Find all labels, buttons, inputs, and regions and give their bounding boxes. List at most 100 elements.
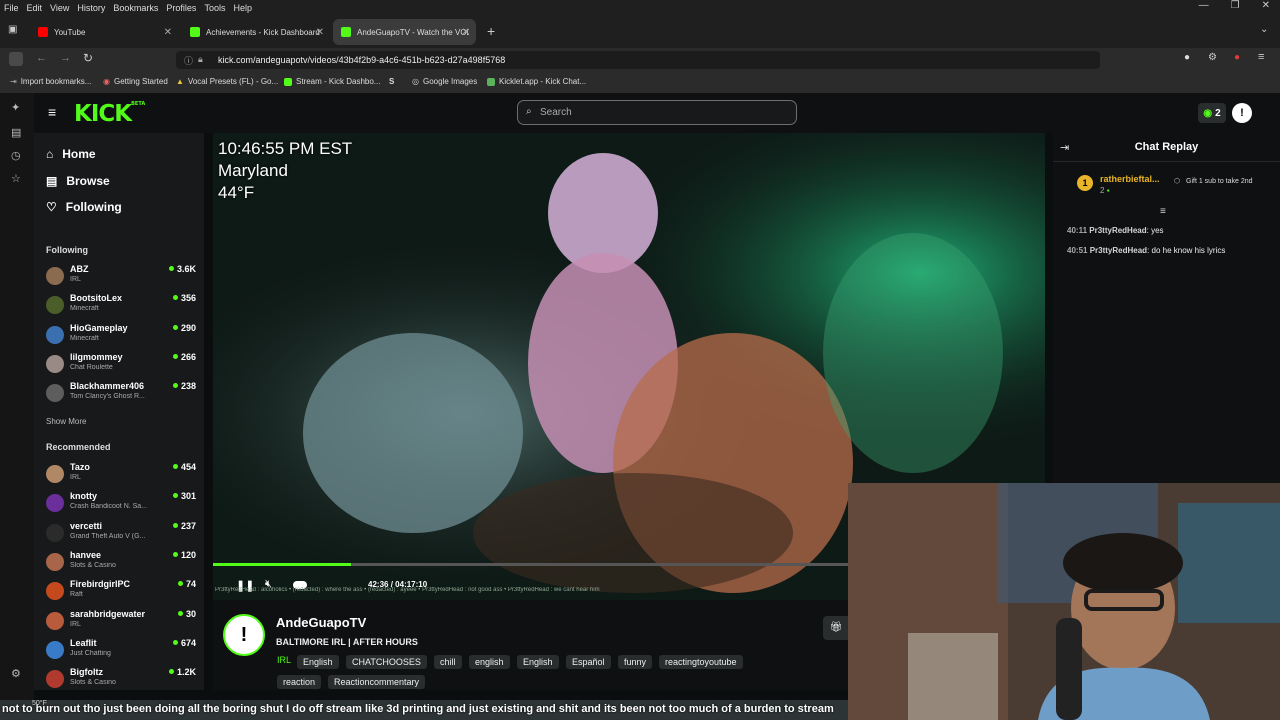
stream-tag[interactable]: English <box>297 655 339 669</box>
bookmark-stream-dashboard[interactable]: Stream - Kick Dashbo... <box>284 77 380 86</box>
channel-category: IRL <box>70 620 81 628</box>
menu-view[interactable]: View <box>50 3 69 13</box>
sidebar-item-following[interactable]: ♡ Following <box>46 200 122 214</box>
message-user[interactable]: Pr3ttyRedHead <box>1089 226 1146 235</box>
stream-tag[interactable]: English <box>517 655 559 669</box>
bookmark-import[interactable]: ⇥ Import bookmarks... <box>10 77 91 86</box>
channel-category: Slots & Casino <box>70 679 116 687</box>
stream-tag[interactable]: Español <box>566 655 611 669</box>
avatar[interactable]: ! <box>1232 103 1252 123</box>
close-tab-icon[interactable]: ✕ <box>316 27 324 38</box>
bookmark-label: Stream - Kick Dashbo... <box>296 77 381 86</box>
channel-row[interactable]: hanvee Slots & Casino 120 <box>46 550 196 579</box>
channel-avatar[interactable]: ! <box>223 614 265 656</box>
forward-icon[interactable]: → <box>60 52 71 64</box>
menu-file[interactable]: File <box>4 3 19 13</box>
bookmark-vocal-presets[interactable]: ▲ Vocal Presets (FL) - Go... <box>176 77 278 86</box>
channel-row[interactable]: HioGameplay Minecraft 290 <box>46 323 196 352</box>
kick-icon <box>284 77 292 86</box>
gift-sub-icon: ⬡ <box>1174 178 1181 185</box>
account-icon[interactable]: ● <box>1184 52 1190 63</box>
stream-tag[interactable]: CHATCHOOSES <box>346 655 427 669</box>
menu-history[interactable]: History <box>77 3 105 13</box>
back-icon[interactable]: ← <box>36 52 47 64</box>
sidebar-item-home[interactable]: ⌂ Home <box>46 147 96 161</box>
menu-edit[interactable]: Edit <box>27 3 43 13</box>
restore-icon[interactable]: ❐ <box>1231 0 1240 11</box>
channel-row[interactable]: Blackhammer406 Tom Clancy's Ghost R... 238 <box>46 381 196 410</box>
bookmark-google-images[interactable]: ◎ Google Images <box>412 77 477 86</box>
channel-row[interactable]: Bigfoltz Slots & Casino 1.2K <box>46 667 196 696</box>
url-bar[interactable]: ⓘ 🔒︎ kick.com/andeguapotv/videos/43b4f2b… <box>176 51 1100 69</box>
menu-help[interactable]: Help <box>233 3 252 13</box>
new-tab-icon[interactable]: + <box>487 23 495 39</box>
stream-tag[interactable]: funny <box>618 655 653 669</box>
tab-list-icon[interactable]: ⌄ <box>1260 24 1268 35</box>
channel-row[interactable]: sarahbridgewater IRL 30 <box>46 609 196 638</box>
tab-youtube[interactable]: YouTube ✕ <box>30 19 178 45</box>
hamburger-menu-icon[interactable]: ≡ <box>48 104 56 120</box>
tab-achievements[interactable]: Achievements - Kick Dashboard ✕ <box>182 19 330 45</box>
overlay-time: 10:46:55 PM EST <box>218 139 353 158</box>
kick-logo[interactable]: KICKBETA <box>74 101 145 127</box>
expand-leaderboard-icon[interactable]: ≡ <box>1160 206 1166 217</box>
tab-andeguapotv[interactable]: AndeGuapoTV - Watch the VOD ✕ <box>333 19 476 45</box>
settings-icon[interactable]: ⚙ <box>11 667 21 680</box>
channel-name: sarahbridgewater <box>70 608 146 619</box>
show-more-button[interactable]: Show More <box>46 417 86 426</box>
tab-label: AndeGuapoTV - Watch the VOD <box>357 27 469 37</box>
channel-row[interactable]: ABZ IRL 3.6K <box>46 264 196 293</box>
tab-overview-icon[interactable]: ▣ <box>8 24 17 35</box>
tabs-icon[interactable]: ▤ <box>11 126 21 139</box>
close-tab-icon[interactable]: ✕ <box>462 27 470 38</box>
addon-icon[interactable]: ● <box>1234 52 1240 63</box>
chat-message: 40:11 Pr3ttyRedHead: yes <box>1067 226 1164 235</box>
bookmark-label: Google Images <box>422 77 478 86</box>
bookmark-kicklet[interactable]: Kicklet.app - Kick Chat... <box>487 77 586 86</box>
app-menu-icon[interactable]: ≡ <box>1258 51 1264 63</box>
url-text: kick.com/andeguapotv/videos/43b4f2b9-a4c… <box>218 55 506 65</box>
channel-avatar <box>46 611 64 630</box>
viewer-count: 1.2K <box>169 667 196 677</box>
stream-tag[interactable]: reactingtoyoutube <box>659 655 743 669</box>
channel-row[interactable]: FirebirdgirlPC Raft 74 <box>46 579 196 608</box>
bookmark-side-icon[interactable]: ☆ <box>11 172 21 185</box>
channel-row[interactable]: vercetti Grand Theft Auto V (G... 237 <box>46 521 196 550</box>
sparkle-icon[interactable]: ✦ <box>11 101 20 114</box>
gifter-name[interactable]: ratherbieftal... <box>1100 174 1160 184</box>
extensions-icon[interactable]: ⚙ <box>1208 52 1217 63</box>
channel-row[interactable]: Tazo IRL 454 <box>46 462 196 491</box>
close-window-icon[interactable]: ✕ <box>1262 0 1270 11</box>
minimize-icon[interactable]: — <box>1199 0 1209 11</box>
channel-row[interactable]: knotty Crash Bandicoot N. Sa... 301 <box>46 491 196 520</box>
search-icon: ⌕ <box>526 106 532 117</box>
channel-name: FirebirdgirlPC <box>70 579 131 590</box>
menu-profiles[interactable]: Profiles <box>166 3 196 13</box>
stream-tag[interactable]: Reactioncommentary <box>328 675 426 689</box>
stream-tag[interactable]: reaction <box>277 675 322 689</box>
channel-row[interactable]: BootsitoLex Minecraft 356 <box>46 293 196 322</box>
channel-name: knotty <box>70 491 97 502</box>
channel-row[interactable]: Leaflit Just Chatting 674 <box>46 638 196 667</box>
close-tab-icon[interactable]: ✕ <box>164 27 172 38</box>
channel-avatar <box>46 325 64 344</box>
info-icon[interactable]: ⓘ <box>184 54 193 67</box>
sidebar-toggle-icon[interactable] <box>9 52 23 66</box>
reload-icon[interactable]: ↻ <box>83 51 93 65</box>
bookmark-s[interactable]: S <box>389 77 394 86</box>
search-input[interactable]: ⌕ Search <box>517 100 797 125</box>
stream-tag[interactable]: chill <box>434 655 462 669</box>
channel-name[interactable]: AndeGuapoTV <box>276 615 366 630</box>
stream-tag[interactable]: english <box>469 655 510 669</box>
sidebar-item-browse[interactable]: ▤ Browse <box>46 174 110 188</box>
gift-button[interactable]: 🎁︎ <box>823 616 849 640</box>
gift-sub-button[interactable]: ⬡ Gift 1 sub to take 2nd <box>1174 177 1274 187</box>
channel-row[interactable]: lilgmommey Chat Roulette 266 <box>46 352 196 381</box>
history-icon[interactable]: ◷ <box>11 149 21 162</box>
points-button[interactable]: ◉ 2 <box>1198 103 1226 123</box>
webcam-overlay <box>848 483 1280 720</box>
menu-bookmarks[interactable]: Bookmarks <box>113 3 158 13</box>
bookmark-getting-started[interactable]: ◉ Getting Started <box>103 77 168 86</box>
menu-tools[interactable]: Tools <box>204 3 225 13</box>
message-user[interactable]: Pr3ttyRedHead <box>1090 246 1147 255</box>
